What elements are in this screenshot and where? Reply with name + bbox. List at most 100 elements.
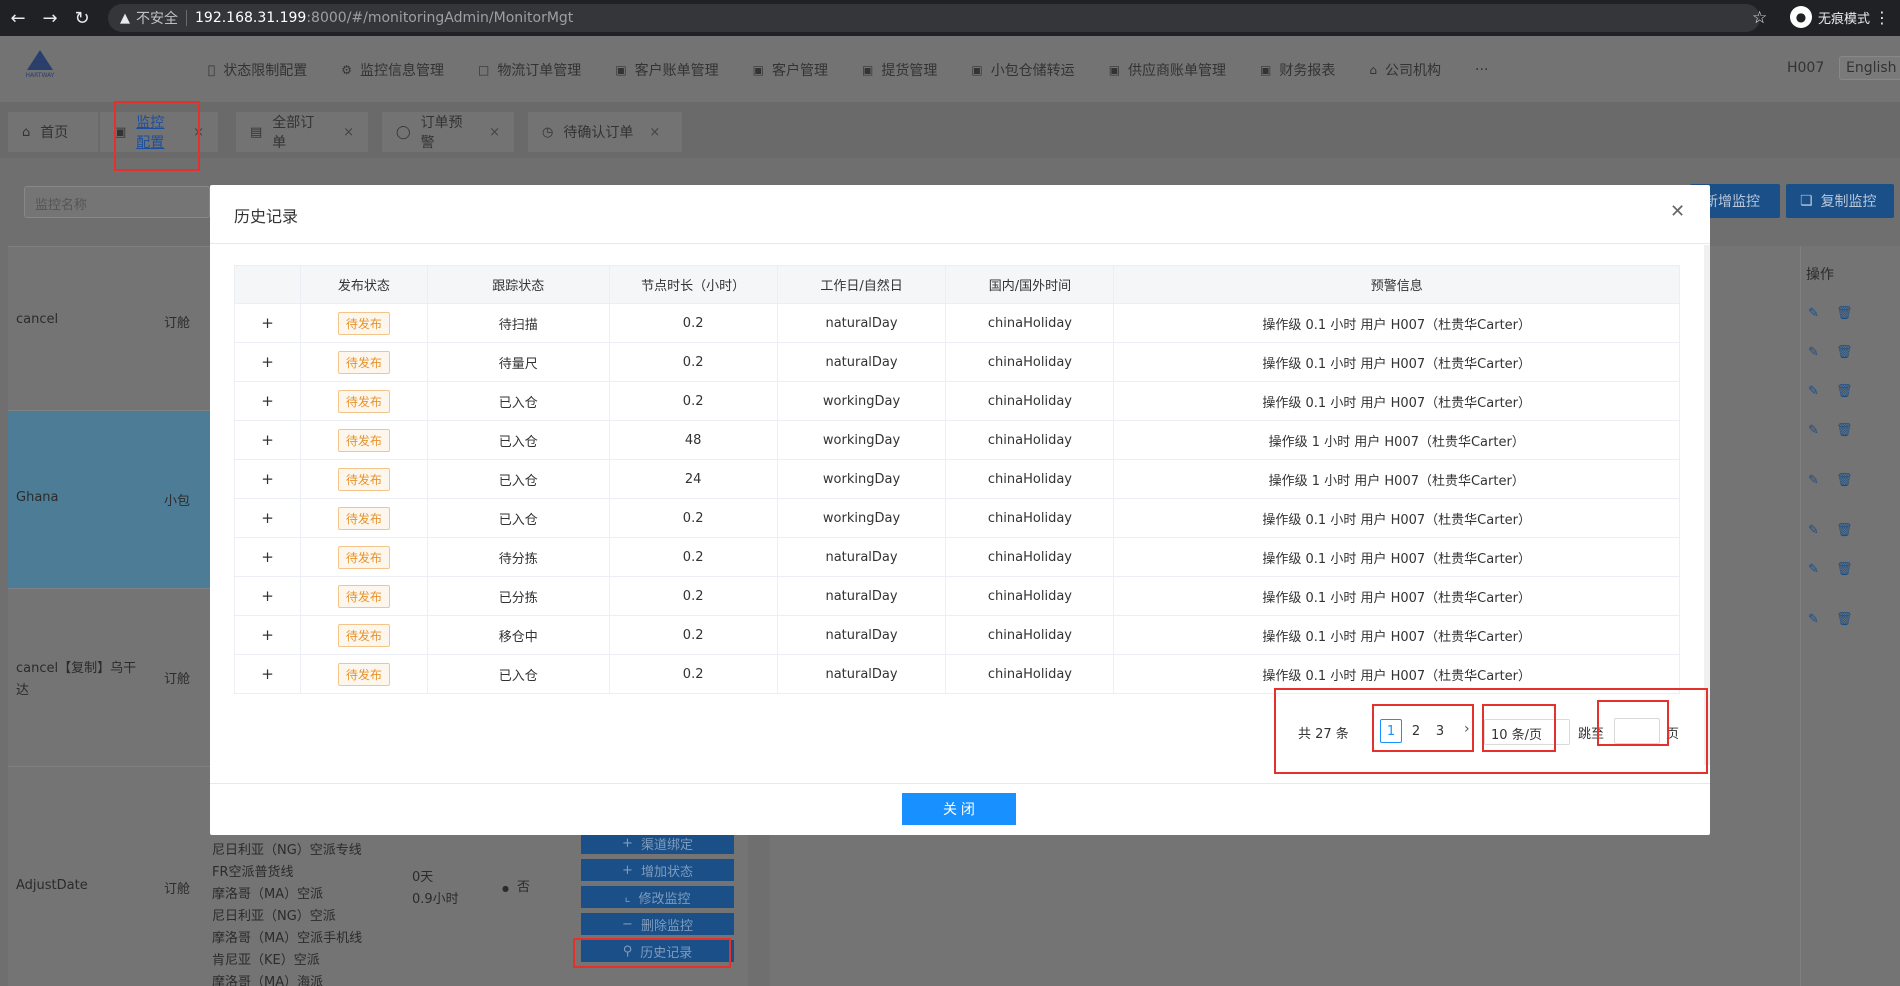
node-hours: 24 <box>608 459 778 499</box>
channel-item: 摩洛哥（MA）海派 <box>212 975 324 986</box>
menu-item-customer-bill[interactable]: ▣ 客户账单管理 <box>615 60 718 80</box>
menu-label: 监控信息管理 <box>352 63 444 79</box>
delete-icon[interactable]: 🗑 <box>1836 423 1853 438</box>
scrollbar[interactable] <box>1704 245 1710 765</box>
expand-icon[interactable]: + <box>234 381 301 421</box>
edit-icon[interactable]: ✎ <box>1808 384 1819 399</box>
delete-icon[interactable]: 🗑 <box>1836 384 1853 399</box>
tab-order-alert[interactable]: ◯ 订单预警 × <box>382 112 514 152</box>
menu-item-more[interactable]: ··· <box>1475 60 1488 80</box>
menu-item-monitor-info[interactable]: ⚙ 监控信息管理 <box>341 60 444 80</box>
day-type: naturalDay <box>776 303 947 343</box>
incognito-icon: ● <box>1790 6 1812 28</box>
row-type: 订舱 <box>164 882 191 897</box>
close-icon[interactable]: × <box>489 125 500 140</box>
status-badge: 待发布 <box>337 623 390 647</box>
menu-item-pickup[interactable]: ▣ 提货管理 <box>862 60 937 80</box>
menu-label: ··· <box>1467 62 1488 78</box>
delete-icon[interactable]: 🗑 <box>1836 345 1853 360</box>
day-type: workingDay <box>776 459 947 499</box>
divider <box>210 243 1710 244</box>
channel-item: 尼日利亚（NG）空派专线 <box>212 843 362 858</box>
menu-item-company[interactable]: ⌂ 公司机构 <box>1369 60 1441 80</box>
bind-channel-button[interactable]: + 渠道绑定 <box>581 832 734 854</box>
day-type: workingDay <box>776 420 947 460</box>
tab-all-orders[interactable]: ▤ 全部订单 × <box>236 112 368 152</box>
close-icon[interactable]: × <box>649 125 660 140</box>
expand-icon[interactable]: + <box>234 420 301 460</box>
close-icon[interactable]: × <box>343 125 354 140</box>
incognito-indicator[interactable]: ● 无痕模式 <box>1790 6 1870 28</box>
bookmark-star-icon[interactable]: ☆ <box>1752 8 1767 28</box>
expand-icon[interactable]: + <box>234 498 301 538</box>
monitor-name-filter[interactable]: 监控名称 <box>24 186 210 218</box>
delete-icon[interactable]: 🗑 <box>1836 306 1853 321</box>
company-logo[interactable]: HARTWAY <box>22 50 58 86</box>
divider <box>186 10 187 26</box>
edit-monitor-button[interactable]: ⌞ 修改监控 <box>581 886 734 908</box>
channel-item: 肯尼亚（KE）空派 <box>212 953 320 968</box>
annotation-box <box>573 938 731 968</box>
track-status: 待分拣 <box>426 537 610 577</box>
edit-icon[interactable]: ✎ <box>1808 345 1819 360</box>
menu-item-customer[interactable]: ▣ 客户管理 <box>753 60 828 80</box>
expand-icon[interactable]: + <box>234 303 301 343</box>
menu-item-supplier-bill[interactable]: ▣ 供应商账单管理 <box>1109 60 1226 80</box>
edit-icon[interactable]: ✎ <box>1808 523 1819 538</box>
address-bar[interactable]: ▲ 不安全 192.168.31.199:8000/#/monitoringAd… <box>108 4 1760 32</box>
delete-icon[interactable]: 🗑 <box>1836 612 1853 627</box>
reload-icon[interactable]: ↻ <box>68 4 96 32</box>
expand-icon[interactable]: + <box>234 615 301 655</box>
expand-icon[interactable]: + <box>234 654 301 694</box>
row-type: 小包 <box>164 494 191 509</box>
close-icon[interactable]: ✕ <box>1670 201 1685 222</box>
delete-icon[interactable]: 🗑 <box>1836 562 1853 577</box>
copy-monitor-button[interactable]: ❏ 复制监控 <box>1786 184 1894 218</box>
user-name[interactable]: H007 <box>1787 60 1824 76</box>
alert-info: 操作级 0.1 小时 用户 H007（杜贵华Carter） <box>1113 615 1680 655</box>
track-status: 已分拣 <box>426 576 610 616</box>
divider <box>210 783 1710 784</box>
track-status: 已入仓 <box>426 381 610 421</box>
menu-label: 财务报表 <box>1272 63 1335 79</box>
day-type: naturalDay <box>776 615 947 655</box>
bill-icon: ▣ <box>608 63 626 77</box>
language-switch[interactable]: English <box>1839 56 1900 80</box>
alert-info: 操作级 0.1 小时 用户 H007（杜贵华Carter） <box>1113 303 1680 343</box>
edit-icon[interactable]: ✎ <box>1808 306 1819 321</box>
menu-item-logistics-order[interactable]: □ 物流订单管理 <box>478 60 581 80</box>
edit-icon[interactable]: ✎ <box>1808 473 1819 488</box>
delete-icon[interactable]: 🗑 <box>1836 523 1853 538</box>
edit-icon[interactable]: ✎ <box>1808 612 1819 627</box>
expand-icon[interactable]: + <box>234 537 301 577</box>
menu-item-parcel-storage[interactable]: ▣ 小包仓储转运 <box>971 60 1074 80</box>
edit-icon[interactable]: ✎ <box>1808 562 1819 577</box>
close-button[interactable]: 关 闭 <box>902 793 1016 825</box>
edit-icon[interactable]: ✎ <box>1808 423 1819 438</box>
row-name: Ghana <box>16 490 59 505</box>
expand-icon[interactable]: + <box>234 576 301 616</box>
menu-label: 提货管理 <box>874 63 937 79</box>
menu-item-status-limit[interactable]: 状态限制配置 <box>208 60 307 80</box>
delete-monitor-button[interactable]: − 删除监控 <box>581 913 734 935</box>
add-status-button[interactable]: + 增加状态 <box>581 859 734 881</box>
channel-item: 摩洛哥（MA）空派 <box>212 887 324 902</box>
table-row: + 待发布 已入仓 48 workingDay chinaHoliday 操作级 1 小时 … <box>234 420 1680 460</box>
hours-value: 0.9小时 <box>412 892 459 907</box>
node-hours: 0.2 <box>608 537 778 577</box>
forward-icon[interactable]: → <box>36 4 64 32</box>
expand-icon[interactable]: + <box>234 342 301 382</box>
delete-icon[interactable]: 🗑 <box>1836 473 1853 488</box>
alert-info: 操作级 0.1 小时 用户 H007（杜贵华Carter） <box>1113 381 1680 421</box>
tab-pending-orders[interactable]: ◷ 待确认订单 × <box>528 112 682 152</box>
holiday-type: chinaHoliday <box>945 654 1115 694</box>
browser-menu-icon[interactable]: ⋮ <box>1874 8 1890 27</box>
expand-icon[interactable]: + <box>234 459 301 499</box>
tab-home[interactable]: ⌂ 首页 <box>8 112 98 152</box>
customer-icon: ▣ <box>745 63 764 77</box>
annotation-box <box>1597 700 1669 746</box>
back-icon[interactable]: ← <box>4 4 32 32</box>
dot-icon: ● <box>502 884 509 893</box>
menu-item-finance-report[interactable]: ▣ 财务报表 <box>1260 60 1335 80</box>
node-hours: 48 <box>608 420 778 460</box>
